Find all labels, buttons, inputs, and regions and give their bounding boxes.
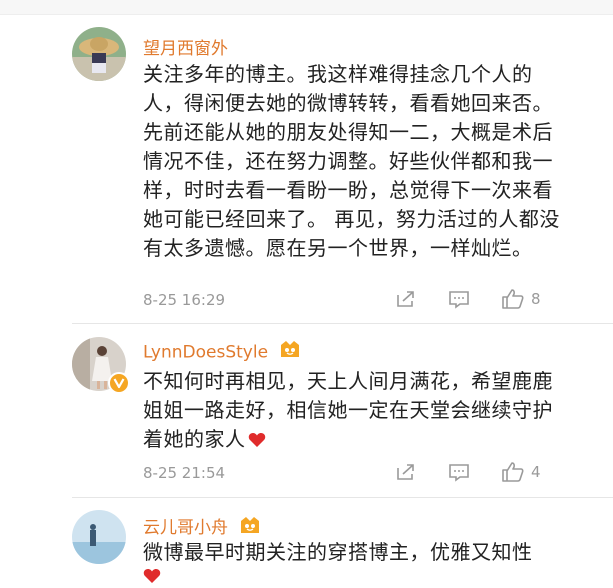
username[interactable]: 望月西窗外 [143,34,228,59]
like-button[interactable]: 4 [501,461,541,483]
vip-badge-icon [279,340,301,365]
comment-time: 8-25 21:54 [143,464,226,482]
heart-emoji-icon [248,427,266,456]
verified-badge-icon [108,372,130,394]
like-icon [502,462,524,482]
comment-icon [449,291,469,309]
comment-button[interactable] [447,289,471,309]
divider [72,323,613,324]
comment-text: 不知何时再相见，天上人间月满花，希望鹿鹿姐姐一路走好，相信她一定在天堂会继续守护… [143,367,573,456]
share-button[interactable] [395,289,417,309]
comment-text-content: 不知何时再相见，天上人间月满花，希望鹿鹿姐姐一路走好，相信她一定在天堂会继续守护… [143,369,553,451]
comment-text: 微博最早时期关注的穿搭博主，优雅又知性 [143,540,533,564]
top-edge [0,0,613,15]
comment-icon [449,464,469,482]
heart-emoji-icon [143,568,161,588]
comment-text: 关注多年的博主。我这样难得挂念几个人的人，得闲便去她的微博转转，看看她回来否。先… [143,62,560,260]
share-icon [397,291,414,307]
like-count: 8 [531,290,541,308]
comment-button[interactable] [447,462,471,482]
vip-badge-icon [239,516,261,541]
username-row: 云儿哥小舟 [143,513,261,541]
like-icon [502,289,524,309]
avatar[interactable] [72,27,126,81]
username[interactable]: 云儿哥小舟 [143,518,228,538]
share-button[interactable] [395,462,417,482]
share-icon [397,464,414,480]
like-button[interactable]: 8 [501,288,541,310]
comment-actions: 4 [395,461,541,483]
like-count: 4 [531,463,541,481]
comment-time: 8-25 16:29 [143,291,226,309]
username[interactable]: LynnDoesStyle [143,343,268,363]
username-row: LynnDoesStyle [143,340,301,365]
avatar[interactable] [72,510,126,564]
comment-actions: 8 [395,288,541,310]
divider [72,497,613,498]
